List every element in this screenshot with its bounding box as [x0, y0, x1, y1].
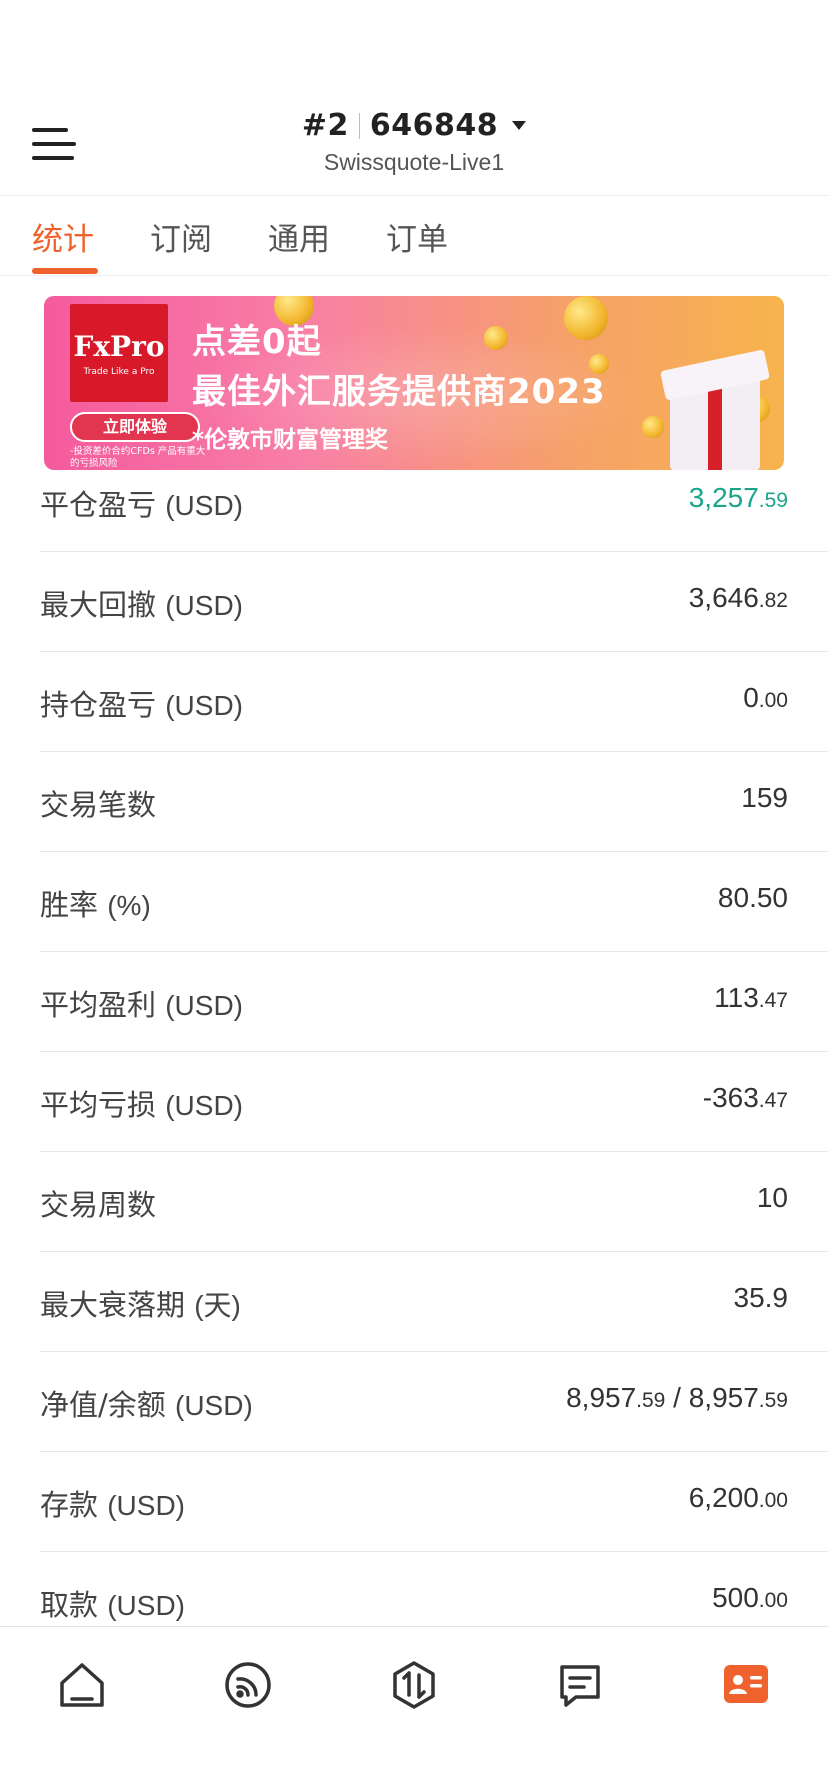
message-icon[interactable]: [552, 1657, 608, 1713]
home-icon[interactable]: [54, 1657, 110, 1713]
stat-label: 最大回撤 (USD): [40, 588, 243, 622]
stat-label: 平仓盈亏 (USD): [40, 488, 243, 522]
stat-row: 平均盈利 (USD) 113.47: [40, 952, 828, 1052]
stat-row: 最大衰落期 (天) 35.9: [40, 1252, 828, 1352]
stat-value: 35.9: [733, 1282, 789, 1313]
stat-label: 交易笔数: [40, 788, 157, 822]
gift-box-icon: [660, 338, 770, 470]
tab-bar: 统计 订阅 通用 订单: [0, 196, 828, 276]
tab-orders[interactable]: 订单: [386, 214, 448, 259]
stat-value: 80.50: [717, 882, 788, 913]
stat-row: 存款 (USD) 6,200.00: [40, 1452, 828, 1552]
profile-card-icon[interactable]: [718, 1657, 774, 1713]
account-number: 646848: [369, 108, 499, 143]
tab-general[interactable]: 通用: [268, 214, 330, 259]
stat-value: 0.00: [743, 682, 788, 713]
stat-value: 8,957.59 / 8,957.59: [566, 1382, 788, 1413]
stat-row: 平均亏损 (USD) -363.47: [40, 1052, 828, 1152]
stat-label: 存款 (USD): [40, 1488, 185, 1522]
banner-headline-2: 最佳外汇服务提供商2023: [192, 372, 606, 412]
stat-row: 交易周数 10: [40, 1152, 828, 1252]
promo-banner[interactable]: FxPro Trade Like a Pro 立即体验 -投资差价合约CFDs …: [44, 296, 784, 470]
stat-row: 最大回撤 (USD) 3,646.82: [40, 552, 828, 652]
stat-value: -363.47: [702, 1082, 788, 1113]
stat-label: 最大衰落期 (天): [40, 1288, 241, 1322]
stat-value: 3,257.59: [688, 482, 788, 513]
account-switcher[interactable]: #2 646848 Swissquote-Live1: [0, 108, 828, 176]
stat-value: 113.47: [714, 982, 788, 1013]
top-header: #2 646848 Swissquote-Live1: [0, 0, 828, 196]
stat-row: 净值/余额 (USD) 8,957.59 / 8,957.59: [40, 1352, 828, 1452]
fxpro-logo: FxPro Trade Like a Pro: [70, 304, 168, 402]
trade-icon[interactable]: [386, 1657, 442, 1713]
stat-value: 10: [756, 1182, 788, 1213]
account-title[interactable]: #2 646848: [301, 108, 527, 143]
bottom-navigation: [0, 1626, 828, 1792]
stat-label: 持仓盈亏 (USD): [40, 688, 243, 722]
stat-label: 平均盈利 (USD): [40, 988, 243, 1022]
signal-icon[interactable]: [220, 1657, 276, 1713]
account-index: #2: [301, 108, 349, 143]
account-separator: [358, 112, 360, 139]
try-now-button[interactable]: 立即体验: [70, 412, 200, 442]
banner-headline-1: 点差0起: [192, 322, 322, 362]
stat-row: 交易笔数 159: [40, 752, 828, 852]
stat-value: 6,200.00: [688, 1482, 788, 1513]
stat-row: 平仓盈亏 (USD) 3,257.59: [40, 452, 828, 552]
stat-label: 净值/余额 (USD): [40, 1388, 253, 1422]
stat-label: 胜率 (%): [40, 888, 151, 922]
tab-subscribe[interactable]: 订阅: [150, 214, 212, 259]
caret-down-icon[interactable]: [512, 121, 527, 130]
stat-label: 平均亏损 (USD): [40, 1088, 243, 1122]
stat-value: 159: [741, 782, 788, 813]
stat-label: 取款 (USD): [40, 1588, 185, 1622]
stat-row: 胜率 (%) 80.50: [40, 852, 828, 952]
stat-value: 3,646.82: [688, 582, 788, 613]
stat-row: 持仓盈亏 (USD) 0.00: [40, 652, 828, 752]
stat-label: 交易周数: [40, 1188, 157, 1222]
stat-value: 500.00: [712, 1582, 788, 1613]
tab-statistics[interactable]: 统计: [32, 214, 94, 259]
active-tab-indicator: [32, 268, 98, 274]
banner-headline-3: *伦敦市财富管理奖: [192, 427, 389, 453]
account-server: Swissquote-Live1: [323, 149, 505, 175]
